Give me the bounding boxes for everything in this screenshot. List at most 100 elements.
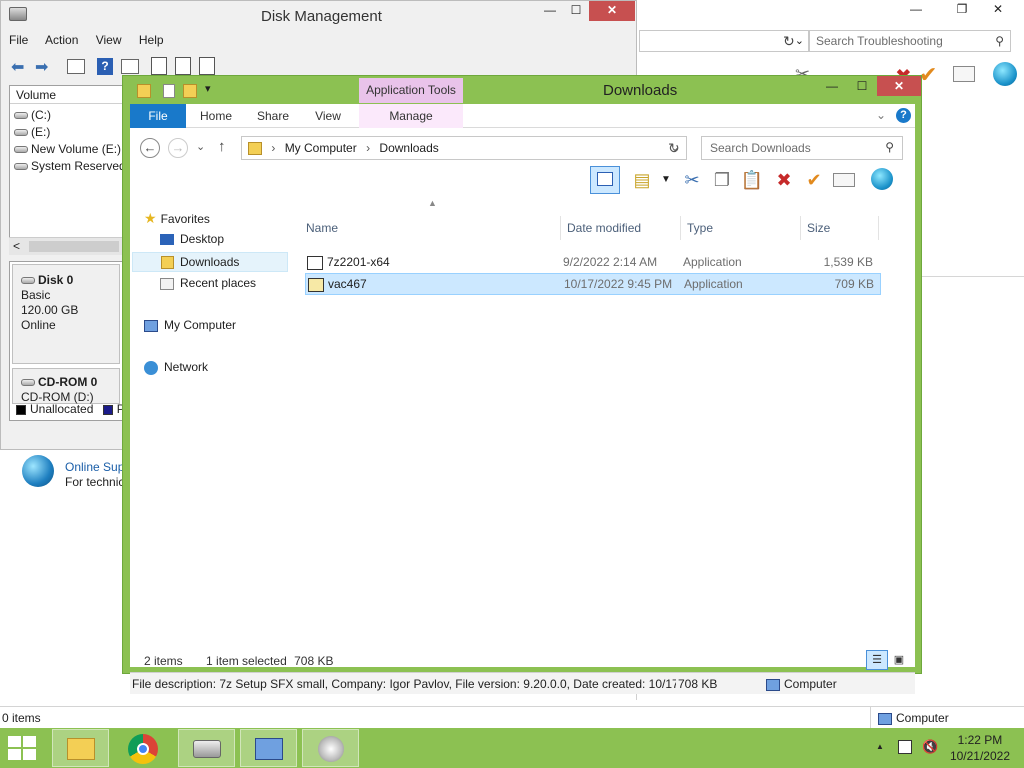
nav-network[interactable]: Network (144, 360, 208, 375)
globe-icon[interactable] (993, 62, 1017, 86)
column-header-size[interactable]: Size (801, 216, 879, 240)
taskbar-disk-management[interactable] (178, 729, 235, 767)
online-support-link[interactable]: Online Sup For technic (22, 455, 124, 490)
troubleshooting-search-input[interactable]: Search Troubleshooting ⚲ (809, 30, 1011, 52)
nav-downloads[interactable]: Downloads (132, 252, 288, 272)
troubleshooting-close-button[interactable]: ✕ (983, 0, 1013, 20)
troubleshooting-minimize-button[interactable]: — (901, 0, 931, 20)
column-header-name[interactable]: Name (300, 216, 561, 240)
volume-muted-icon[interactable]: 🔇 (922, 739, 938, 755)
rename-check-icon[interactable]: ✔ (802, 168, 826, 192)
table-row-selected[interactable]: vac467 10/17/2022 9:45 PM Application 70… (305, 273, 881, 295)
preview-pane-icon[interactable] (590, 166, 620, 194)
explorer-close-button[interactable]: ✕ (877, 76, 921, 96)
search-icon[interactable]: ⚲ (885, 140, 894, 154)
breadcrumb-separator[interactable]: › (366, 141, 370, 155)
ribbon-expand-icon[interactable]: ⌄ (876, 108, 886, 122)
tray-overflow-button[interactable]: ▲ (876, 742, 884, 751)
cdrom-label[interactable]: CD-ROM 0 CD-ROM (D:) (12, 368, 120, 404)
scrollbar-thumb[interactable] (29, 241, 119, 252)
customize-qat-icon[interactable]: ▾ (205, 82, 211, 95)
delete-icon[interactable]: ✖ (772, 168, 796, 192)
search-icon[interactable]: ⚲ (995, 34, 1004, 48)
help-icon[interactable]: ? (896, 108, 911, 123)
nav-recent-places[interactable]: Recent places (160, 276, 256, 290)
list-item[interactable]: (C:) (14, 108, 51, 122)
list-item[interactable]: System Reserved (14, 159, 126, 173)
tab-view[interactable]: View (302, 104, 354, 128)
column-header-date[interactable]: Date modified (561, 216, 681, 240)
windows-start-icon[interactable] (8, 736, 38, 760)
show-hide-console-icon[interactable] (67, 59, 85, 74)
tab-file[interactable]: File (130, 104, 186, 128)
back-icon[interactable]: ⬅ (11, 57, 24, 77)
nav-my-computer[interactable]: My Computer (144, 318, 236, 332)
explorer-minimize-button[interactable]: — (817, 76, 847, 96)
clock-time: 1:22 PM (957, 733, 1003, 747)
menu-help[interactable]: Help (139, 33, 164, 47)
taskbar-media-app[interactable] (302, 729, 359, 767)
details-size: 708 KB (678, 677, 718, 691)
search-input[interactable]: Search Downloads ⚲ (701, 136, 903, 160)
nav-desktop[interactable]: Desktop (160, 232, 224, 246)
properties-icon[interactable] (121, 59, 139, 74)
table-row[interactable]: 7z2201-x64 9/2/2022 2:14 AM Application … (305, 252, 881, 274)
online-support-title[interactable]: Online Sup (65, 460, 124, 474)
menu-action[interactable]: Action (45, 33, 78, 47)
tab-share[interactable]: Share (246, 104, 300, 128)
properties-icon[interactable] (163, 84, 175, 98)
help-icon[interactable]: ? (97, 58, 113, 75)
refresh-icon[interactable] (151, 57, 167, 75)
properties-icon[interactable] (953, 66, 975, 82)
address-bar[interactable]: › My Computer › Downloads ⌄ (241, 136, 687, 160)
troubleshooting-refresh-icon[interactable]: ↻ (783, 33, 795, 50)
taskbar-file-explorer[interactable] (52, 729, 109, 767)
taskbar-control-panel[interactable] (240, 729, 297, 767)
cut-icon[interactable]: ✂ (680, 168, 704, 192)
volume-column-header[interactable]: Volume (10, 86, 130, 104)
troubleshooting-maximize-button[interactable]: ❐ (947, 0, 977, 20)
tab-manage[interactable]: Manage (359, 104, 463, 128)
menu-file[interactable]: File (9, 33, 28, 47)
large-icons-view-icon[interactable]: ▣ (890, 651, 908, 669)
dm-menubar: File Action View Help (9, 33, 178, 53)
list-item[interactable]: (E:) (14, 125, 50, 139)
tab-home[interactable]: Home (188, 104, 244, 128)
forward-icon[interactable]: ➡ (35, 57, 48, 77)
file-list: ▲ Name Date modified Type Size 7z2201-x6… (300, 196, 890, 646)
breadcrumb-separator[interactable]: › (271, 141, 275, 155)
column-header-type[interactable]: Type (681, 216, 801, 240)
system-clock[interactable]: 1:22 PM 10/21/2022 (950, 732, 1010, 764)
menu-view[interactable]: View (96, 33, 122, 47)
new-folder-icon[interactable]: ▤ (630, 168, 654, 192)
breadcrumb-downloads[interactable]: Downloads (379, 141, 438, 155)
list-item[interactable]: New Volume (E:) (14, 142, 121, 156)
back-button[interactable]: ← (140, 138, 160, 158)
details-view-icon[interactable]: ☰ (866, 650, 888, 670)
scroll-left-icon[interactable]: < (13, 239, 20, 253)
disk-0-label[interactable]: Disk 0 Basic 120.00 GB Online (12, 264, 120, 364)
settings-icon[interactable] (199, 57, 215, 75)
rescan-icon[interactable] (175, 57, 191, 75)
refresh-button[interactable]: ↻ (668, 140, 680, 157)
horizontal-scrollbar[interactable]: < (9, 237, 129, 255)
address-dropdown-icon[interactable]: ⌄ (795, 34, 804, 47)
new-folder-icon[interactable] (183, 84, 197, 98)
taskbar-chrome[interactable] (115, 729, 172, 767)
dm-maximize-button[interactable]: ☐ (561, 1, 591, 21)
dm-close-button[interactable]: ✕ (589, 1, 635, 21)
copy-icon[interactable]: ❐ (710, 168, 734, 192)
drive-icon (14, 146, 28, 154)
globe-icon[interactable] (870, 168, 894, 192)
disk-icon (21, 277, 35, 285)
breadcrumb-my-computer[interactable]: My Computer (285, 141, 357, 155)
up-button[interactable]: ↑ (218, 138, 226, 155)
recent-locations-dropdown[interactable]: ⌄ (196, 140, 205, 153)
forward-button[interactable]: → (168, 138, 188, 158)
paste-icon[interactable]: 📋 (740, 168, 764, 192)
nav-favorites[interactable]: ★ Favorites (144, 210, 210, 227)
explorer-maximize-button[interactable]: ☐ (847, 76, 877, 96)
properties-icon[interactable] (832, 168, 856, 192)
dropdown-icon[interactable]: ▼ (654, 168, 678, 192)
network-tray-icon[interactable] (898, 740, 912, 754)
